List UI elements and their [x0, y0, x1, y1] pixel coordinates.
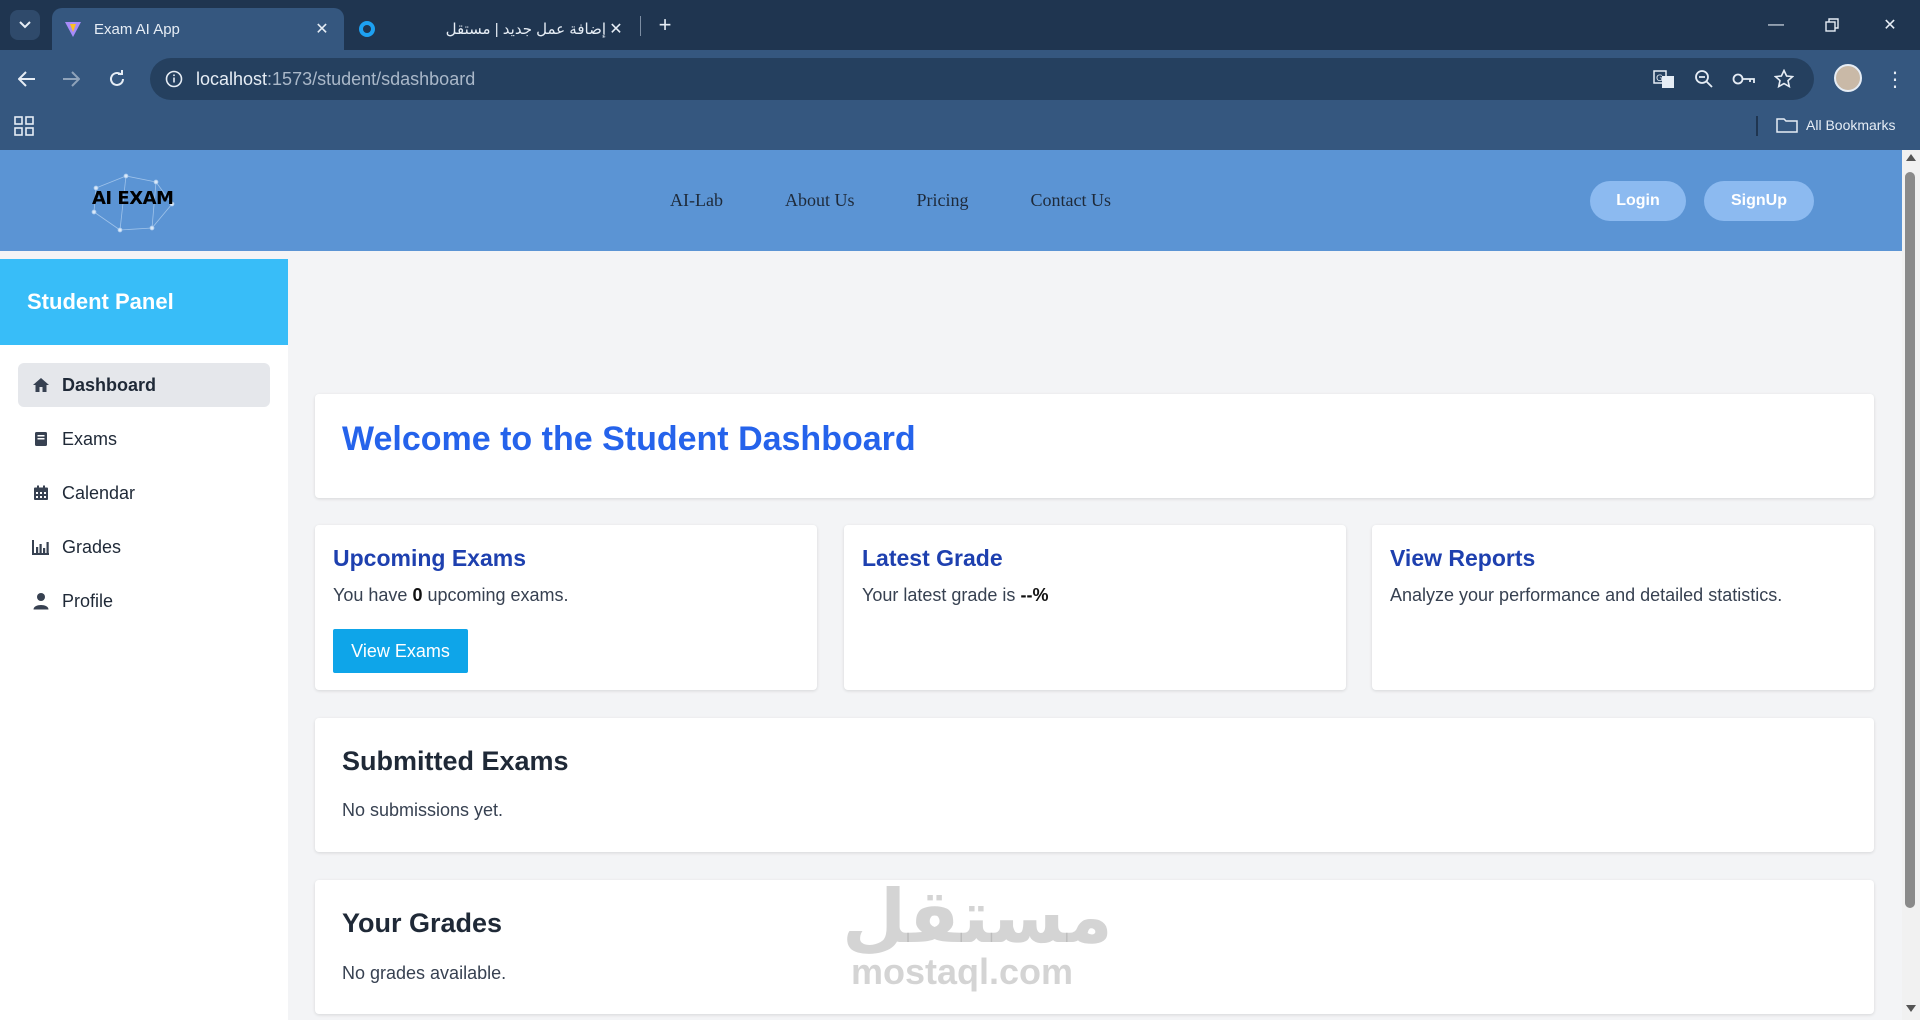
- reports-text: Analyze your performance and detailed st…: [1390, 585, 1783, 605]
- all-bookmarks-label: All Bookmarks: [1806, 117, 1896, 133]
- empty-state-text: No submissions yet.: [342, 800, 504, 820]
- chevron-down-icon: [19, 21, 31, 29]
- scroll-up-arrow-icon[interactable]: [1906, 154, 1916, 161]
- login-button[interactable]: Login: [1590, 181, 1686, 221]
- reload-icon[interactable]: [100, 62, 134, 96]
- restore-icon[interactable]: [1804, 0, 1860, 50]
- svg-text:G: G: [1656, 74, 1663, 84]
- sidebar-item-exams[interactable]: Exams: [18, 417, 270, 461]
- all-bookmarks-button[interactable]: All Bookmarks: [1776, 112, 1895, 138]
- watermark-latin: mostaql.com: [850, 951, 1074, 992]
- folder-icon: [1776, 118, 1798, 133]
- new-tab-button[interactable]: +: [652, 12, 678, 38]
- sidebar-item-calendar[interactable]: Calendar: [18, 471, 270, 515]
- home-icon: [32, 376, 50, 394]
- translate-icon[interactable]: G: [1652, 67, 1676, 91]
- latest-grade-text: Your latest grade is --%: [862, 585, 1048, 606]
- nav-ai-lab[interactable]: AI-Lab: [670, 190, 723, 211]
- bookmarks-divider: [1756, 116, 1758, 136]
- sidebar-item-label: Calendar: [62, 482, 136, 503]
- nav-contact-us[interactable]: Contact Us: [1031, 190, 1112, 211]
- page-title: Welcome to the Student Dashboard: [342, 420, 916, 458]
- empty-state-text: No grades available.: [342, 963, 507, 983]
- tab-divider: [640, 16, 641, 36]
- text-prefix: You have: [333, 585, 408, 605]
- mostaql-favicon-icon: [358, 20, 376, 38]
- profile-avatar[interactable]: [1834, 64, 1862, 92]
- minimize-icon[interactable]: —: [1748, 0, 1804, 50]
- key-icon[interactable]: [1732, 67, 1756, 91]
- site-info-icon[interactable]: [154, 58, 194, 100]
- url-text: localhost:1573/student/sdashboard: [196, 69, 475, 90]
- card-title: Upcoming Exams: [333, 545, 526, 571]
- scrollbar-thumb[interactable]: [1905, 172, 1915, 908]
- vite-favicon-icon: [64, 20, 82, 38]
- logo-text: AI EXAM: [92, 188, 174, 209]
- section-title: Submitted Exams: [342, 746, 569, 776]
- tab-mostaql[interactable]: إضافة عمل جديد | مستقل ✕: [346, 8, 638, 50]
- section-title: Your Grades: [342, 908, 503, 938]
- upcoming-exams-text: You have 0 upcoming exams.: [333, 585, 569, 606]
- tab-title: Exam AI App: [94, 20, 180, 38]
- watermark-arabic: مستقل: [842, 875, 1113, 958]
- view-exams-button[interactable]: View Exams: [333, 629, 468, 673]
- sidebar-item-profile[interactable]: Profile: [18, 579, 270, 623]
- text-prefix: Your latest grade is: [862, 585, 1016, 605]
- sidebar-item-label: Grades: [62, 536, 122, 557]
- view-reports-card[interactable]: View Reports Analyze your performance an…: [1372, 525, 1874, 690]
- close-window-icon[interactable]: ✕: [1862, 0, 1918, 50]
- sidebar-title: Student Panel: [0, 259, 288, 345]
- tab-exam-ai-app[interactable]: Exam AI App ✕: [52, 8, 344, 50]
- bookmark-star-icon[interactable]: [1772, 67, 1796, 91]
- sidebar-item-dashboard[interactable]: Dashboard: [18, 363, 270, 407]
- close-tab-icon[interactable]: ✕: [312, 19, 332, 39]
- latest-grade-value: --%: [1020, 585, 1049, 605]
- apps-grid-icon[interactable]: [14, 116, 34, 136]
- zoom-out-icon[interactable]: [1692, 67, 1716, 91]
- bookmarks-bar: [0, 108, 1920, 150]
- signup-button[interactable]: SignUp: [1704, 181, 1814, 221]
- sidebar-item-grades[interactable]: Grades: [18, 525, 270, 569]
- calendar-icon: [32, 484, 50, 502]
- main-navigation: AI-Lab About Us Pricing Contact Us: [670, 190, 1173, 211]
- card-title: View Reports: [1390, 545, 1536, 571]
- submitted-exams-card: Submitted Exams No submissions yet.: [315, 718, 1874, 852]
- nav-about-us[interactable]: About Us: [785, 190, 855, 211]
- back-arrow-icon[interactable]: [10, 62, 44, 96]
- upcoming-count: 0: [412, 585, 423, 605]
- user-icon: [32, 592, 50, 610]
- mostaql-watermark: مستقل mostaql.com: [842, 875, 1113, 992]
- tab-title: إضافة عمل جديد | مستقل: [445, 21, 606, 38]
- sidebar-item-label: Dashboard: [62, 374, 157, 395]
- url-host: localhost: [196, 68, 268, 89]
- scroll-down-arrow-icon[interactable]: [1906, 1005, 1916, 1012]
- card-title: Latest Grade: [862, 545, 1003, 571]
- close-tab-icon[interactable]: ✕: [606, 19, 626, 39]
- tab-search-button[interactable]: [10, 10, 40, 40]
- address-bar[interactable]: localhost:1573/student/sdashboard: [150, 58, 1814, 100]
- url-path: :1573/student/sdashboard: [267, 68, 476, 89]
- more-options-icon[interactable]: ⋮: [1880, 62, 1910, 96]
- book-icon: [32, 430, 50, 448]
- nav-pricing[interactable]: Pricing: [917, 190, 969, 211]
- forward-arrow-icon[interactable]: [54, 62, 88, 96]
- sidebar-item-label: Profile: [62, 590, 114, 611]
- chart-icon: [32, 538, 50, 556]
- latest-grade-card: Latest Grade Your latest grade is --%: [844, 525, 1346, 690]
- sidebar-item-label: Exams: [62, 428, 118, 449]
- text-suffix: upcoming exams.: [427, 585, 569, 605]
